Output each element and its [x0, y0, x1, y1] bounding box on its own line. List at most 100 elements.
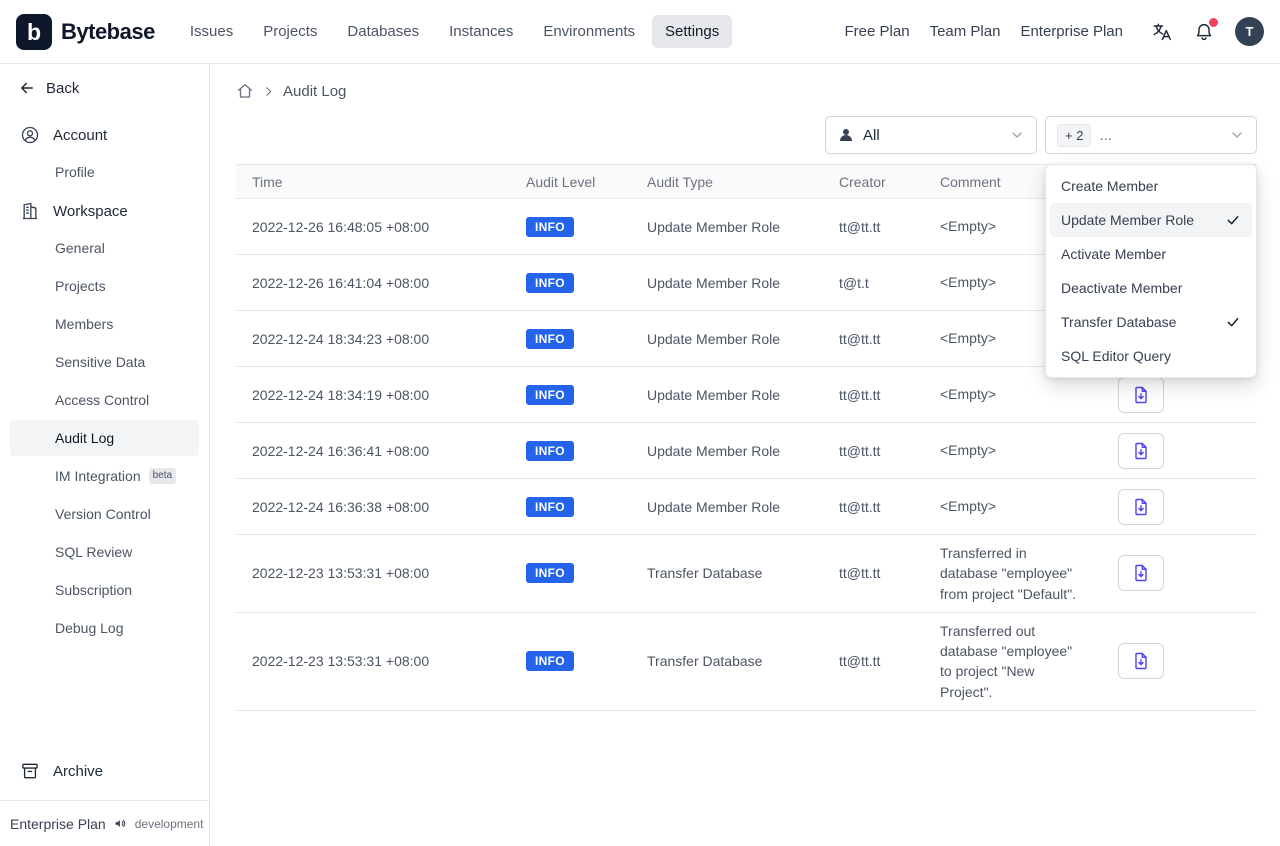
- nav-item-environments[interactable]: Environments: [530, 15, 648, 48]
- document-download-icon: [1131, 651, 1151, 671]
- breadcrumb: Audit Log: [236, 78, 1257, 104]
- sidebar-item-label: Sensitive Data: [55, 354, 146, 370]
- archive-box-icon: [20, 761, 40, 781]
- cell-audit-type: Transfer Database: [631, 534, 823, 613]
- cell-comment: <Empty>: [924, 478, 1102, 535]
- plan-link-team-plan[interactable]: Team Plan: [922, 17, 1009, 46]
- sidebar-section-workspace: Workspace: [0, 192, 209, 230]
- sidebar-item-profile[interactable]: Profile: [10, 154, 199, 190]
- cell-audit-type: Update Member Role: [631, 422, 823, 479]
- avatar[interactable]: T: [1235, 17, 1264, 46]
- cell-action: [1102, 478, 1257, 535]
- home-icon[interactable]: [236, 82, 254, 100]
- back-label: Back: [46, 79, 80, 97]
- cell-time: 2022-12-23 13:53:31 +08:00: [236, 612, 510, 712]
- sidebar-item-im-integration[interactable]: IM Integration beta: [10, 458, 199, 494]
- nav-item-databases[interactable]: Databases: [334, 15, 432, 48]
- cell-audit-level: INFO: [510, 310, 631, 367]
- table-row: 2022-12-23 13:53:31 +08:00 INFO Transfer D…: [236, 612, 1257, 712]
- menu-item-activate-member[interactable]: Activate Member: [1050, 237, 1252, 271]
- cell-audit-type: Update Member Role: [631, 478, 823, 535]
- creator-filter-select[interactable]: All: [825, 116, 1037, 154]
- cell-creator: tt@tt.tt: [823, 478, 924, 535]
- nav-item-instances[interactable]: Instances: [436, 15, 526, 48]
- cell-audit-level: INFO: [510, 198, 631, 255]
- cell-time: 2022-12-26 16:41:04 +08:00: [236, 254, 510, 311]
- view-log-detail-button[interactable]: [1118, 555, 1164, 592]
- menu-item-transfer-database[interactable]: Transfer Database: [1050, 305, 1252, 339]
- cell-audit-type: Update Member Role: [631, 310, 823, 367]
- filter-bar: All + 2 ...: [236, 116, 1257, 154]
- cell-audit-type: Update Member Role: [631, 198, 823, 255]
- user-circle-icon: [20, 125, 40, 145]
- view-log-detail-button[interactable]: [1118, 432, 1164, 469]
- sidebar-item-label: Subscription: [55, 582, 133, 598]
- menu-item-sql-editor-query[interactable]: SQL Editor Query: [1050, 339, 1252, 373]
- sidebar-footer: Enterprise Plan development: [0, 800, 209, 846]
- check-icon: [1225, 212, 1241, 228]
- cell-audit-type: Transfer Database: [631, 612, 823, 712]
- menu-item-create-member[interactable]: Create Member: [1050, 169, 1252, 203]
- sidebar-item-debug-log[interactable]: Debug Log: [10, 610, 199, 646]
- environment-mode-label: development: [134, 816, 204, 831]
- sidebar-item-general[interactable]: General: [10, 230, 199, 266]
- level-badge: INFO: [526, 328, 574, 349]
- cell-audit-level: INFO: [510, 478, 631, 535]
- column-creator: Creator: [823, 164, 924, 199]
- sidebar-item-archive[interactable]: Archive: [0, 752, 209, 790]
- plan-link-free-plan[interactable]: Free Plan: [837, 17, 918, 46]
- sidebar-item-version-control[interactable]: Version Control: [10, 496, 199, 532]
- table-row: 2022-12-24 16:36:41 +08:00 INFO Update Mem…: [236, 422, 1257, 479]
- cell-creator: tt@tt.tt: [823, 612, 924, 712]
- nav-item-settings[interactable]: Settings: [652, 15, 733, 48]
- sidebar-nav: Account Profile Workspace General Projects Me…: [0, 116, 209, 648]
- sidebar-item-label: Profile: [55, 164, 95, 180]
- view-log-detail-button[interactable]: [1118, 643, 1164, 680]
- creator-filter-value: All: [863, 126, 880, 144]
- document-download-icon: [1131, 497, 1151, 517]
- menu-item-update-member-role[interactable]: Update Member Role: [1050, 203, 1252, 237]
- breadcrumb-current: Audit Log: [283, 82, 347, 100]
- brand-logo[interactable]: b Bytebase: [16, 13, 155, 50]
- level-badge: INFO: [526, 384, 574, 405]
- view-log-detail-button[interactable]: [1118, 488, 1164, 525]
- sidebar-item-label: General: [55, 240, 105, 256]
- audit-type-menu: Create Member Update Member Role Activate …: [1045, 164, 1257, 378]
- sidebar-item-label: Members: [55, 316, 114, 332]
- sidebar-item-subscription[interactable]: Subscription: [10, 572, 199, 608]
- sidebar-item-label: Audit Log: [55, 430, 115, 446]
- cell-audit-level: INFO: [510, 422, 631, 479]
- level-badge: INFO: [526, 496, 574, 517]
- selected-count-tag: + 2: [1057, 123, 1092, 147]
- document-download-icon: [1131, 441, 1151, 461]
- sidebar-item-projects[interactable]: Projects: [10, 268, 199, 304]
- sidebar-item-sensitive-data[interactable]: Sensitive Data: [10, 344, 199, 380]
- sidebar-item-access-control[interactable]: Access Control: [10, 382, 199, 418]
- menu-item-label: Create Member: [1061, 178, 1159, 194]
- notification-bell-icon[interactable]: [1193, 17, 1218, 43]
- sidebar-section-account: Account: [0, 116, 209, 154]
- topnav-right: Free Plan Team Plan Enterprise Plan T: [837, 17, 1264, 46]
- audit-type-filter-select[interactable]: + 2 ...: [1045, 116, 1257, 154]
- cell-audit-level: INFO: [510, 254, 631, 311]
- menu-item-label: Deactivate Member: [1061, 280, 1183, 296]
- main-content: Audit Log All + 2 ... Time Audit Level A…: [210, 64, 1280, 846]
- plan-link-enterprise-plan[interactable]: Enterprise Plan: [1012, 17, 1131, 46]
- translate-icon[interactable]: [1151, 21, 1173, 43]
- back-arrow-icon: [18, 79, 36, 97]
- menu-item-deactivate-member[interactable]: Deactivate Member: [1050, 271, 1252, 305]
- view-log-detail-button[interactable]: [1118, 376, 1164, 413]
- bytebase-logo-icon: b: [16, 13, 52, 50]
- brand-name: Bytebase: [61, 18, 155, 44]
- sidebar-item-sql-review[interactable]: SQL Review: [10, 534, 199, 570]
- sidebar-item-members[interactable]: Members: [10, 306, 199, 342]
- level-badge: INFO: [526, 651, 574, 672]
- back-button[interactable]: Back: [0, 72, 209, 104]
- sidebar-item-label: SQL Review: [55, 544, 133, 560]
- nav-item-projects[interactable]: Projects: [250, 15, 330, 48]
- settings-sidebar: Back Account Profile Workspace General Proje…: [0, 64, 210, 846]
- level-badge: INFO: [526, 440, 574, 461]
- sidebar-item-audit-log[interactable]: Audit Log: [10, 420, 199, 456]
- nav-item-issues[interactable]: Issues: [177, 15, 246, 48]
